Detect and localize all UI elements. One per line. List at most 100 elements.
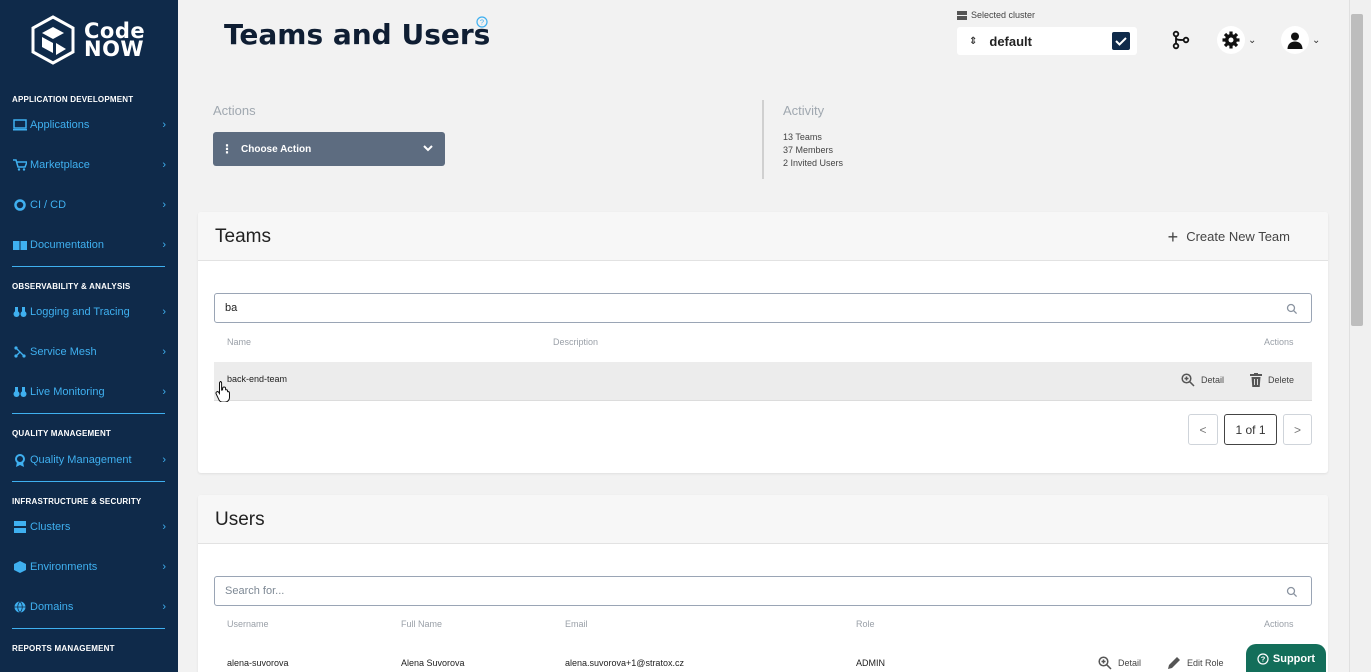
chevron-right-icon: ›	[162, 159, 166, 171]
activity-invited-count: 2 Invited Users	[783, 158, 844, 168]
search-icon	[1286, 303, 1298, 315]
settings-menu-button[interactable]: ⌄	[1217, 26, 1256, 54]
user-icon	[1287, 32, 1303, 49]
activity-teams-count: 13 Teams	[783, 132, 822, 142]
codenow-logo-icon	[31, 15, 75, 65]
sidebar-item-clusters[interactable]: Clusters ›	[12, 517, 166, 537]
delete-label: Delete	[1268, 375, 1295, 385]
team-name[interactable]: back-end-team	[227, 374, 287, 384]
binoculars-icon	[12, 305, 28, 319]
globe-icon	[12, 600, 28, 614]
section-quality-management: QUALITY MANAGEMENT	[12, 429, 112, 438]
table-row[interactable]: back-end-team Detail Delete	[214, 362, 1312, 401]
cart-icon	[12, 158, 28, 172]
sidebar-item-quality-management[interactable]: Quality Management ›	[12, 450, 166, 470]
sidebar-item-label: Clusters	[30, 521, 71, 533]
user-menu-button[interactable]: ⌄	[1281, 26, 1320, 54]
codenow-logo[interactable]: Code NOW	[30, 14, 160, 66]
column-header-full-name: Full Name	[401, 619, 443, 629]
detail-button[interactable]: Detail	[1098, 656, 1141, 670]
delete-button[interactable]: Delete	[1250, 373, 1294, 387]
page-title: Teams and Users	[224, 18, 491, 51]
chevron-right-icon: ›	[162, 239, 166, 251]
create-new-team-button[interactable]: + Create New Team	[1168, 228, 1290, 246]
binoculars-icon	[12, 385, 28, 399]
sidebar-item-domains[interactable]: Domains ›	[12, 597, 166, 617]
book-icon	[12, 238, 28, 252]
trash-icon	[1250, 373, 1262, 387]
chevron-down-icon	[423, 145, 433, 152]
choose-action-dropdown[interactable]: ⋮ Choose Action	[213, 132, 445, 166]
teams-title: Teams	[215, 226, 271, 247]
sidebar-item-label: Service Mesh	[30, 346, 97, 358]
sidebar-divider	[12, 413, 165, 414]
edit-role-button[interactable]: Edit Role	[1167, 656, 1224, 670]
logo-line-2: NOW	[84, 37, 145, 61]
column-header-name: Name	[227, 337, 252, 347]
chevron-right-icon: ›	[162, 561, 166, 573]
sidebar-item-label: Live Monitoring	[30, 386, 105, 398]
sidebar-divider	[12, 266, 165, 267]
pagination-next-button[interactable]: >	[1283, 414, 1312, 445]
choose-action-label: Choose Action	[241, 143, 312, 155]
help-icon[interactable]: ?	[476, 16, 488, 28]
user-full-name: Alena Suvorova	[401, 658, 465, 668]
teams-card-header: Teams + Create New Team	[198, 212, 1328, 261]
pagination-current: 1 of 1	[1224, 414, 1277, 445]
sidebar-item-documentation[interactable]: Documentation ›	[12, 235, 166, 255]
sidebar-item-environments[interactable]: Environments ›	[12, 557, 166, 577]
actions-activity-divider	[762, 100, 764, 179]
sidebar-item-label: CI / CD	[30, 199, 67, 211]
edit-role-label: Edit Role	[1187, 658, 1224, 668]
checkbox-checked-icon[interactable]	[1112, 32, 1130, 50]
monitor-icon	[12, 118, 28, 132]
server-icon	[957, 10, 967, 20]
column-header-role: Role	[856, 619, 875, 629]
sidebar-item-logging-and-tracing[interactable]: Logging and Tracing ›	[12, 302, 166, 322]
sidebar-item-live-monitoring[interactable]: Live Monitoring ›	[12, 382, 166, 402]
sidebar-item-label: Marketplace	[30, 159, 90, 171]
chevron-down-icon: ⌄	[1312, 34, 1321, 46]
chevron-right-icon: ›	[162, 199, 166, 211]
sidebar-item-label: Logging and Tracing	[30, 306, 130, 318]
sidebar-divider	[12, 628, 165, 629]
detail-button[interactable]: Detail	[1181, 373, 1224, 387]
sidebar-item-label: Quality Management	[30, 454, 132, 466]
sidebar-item-ci-cd[interactable]: CI / CD ›	[12, 195, 166, 215]
mesh-icon	[12, 345, 28, 359]
user-role: ADMIN	[856, 658, 885, 668]
actions-title: Actions	[213, 103, 256, 118]
column-header-email: Email	[565, 619, 588, 629]
sidebar-item-label: Domains	[30, 601, 74, 613]
sidebar-item-applications[interactable]: Applications ›	[12, 115, 166, 135]
cluster-select[interactable]: ⇕ default	[957, 27, 1137, 55]
git-branch-button[interactable]	[1171, 26, 1191, 54]
section-reports-management: REPORTS MANAGEMENT	[12, 644, 115, 653]
support-button[interactable]: ? Support	[1246, 644, 1326, 672]
column-header-actions: Actions	[1264, 619, 1294, 629]
section-observability: OBSERVABILITY & ANALYSIS	[12, 282, 131, 291]
zoom-in-icon	[1098, 656, 1112, 670]
teams-search-input[interactable]	[214, 293, 1312, 323]
hand-pointer-cursor-icon	[215, 381, 230, 402]
search-icon	[1286, 586, 1298, 598]
sidebar-item-service-mesh[interactable]: Service Mesh ›	[12, 342, 166, 362]
sidebar-item-marketplace[interactable]: Marketplace ›	[12, 155, 166, 175]
detail-label: Detail	[1201, 375, 1225, 385]
vertical-dots-icon: ⋮	[221, 142, 233, 156]
pagination-prev-button[interactable]: <	[1188, 414, 1218, 445]
sort-icon: ⇕	[969, 35, 978, 47]
section-infrastructure: INFRASTRUCTURE & SECURITY	[12, 497, 142, 506]
sidebar-item-label: Applications	[30, 119, 90, 131]
chevron-right-icon: ›	[162, 119, 166, 131]
chevron-right-icon: ›	[162, 386, 166, 398]
git-branch-icon	[1172, 30, 1190, 50]
sidebar: Code NOW APPLICATION DEVELOPMENT Applica…	[0, 0, 178, 672]
users-card-header: Users	[198, 495, 1328, 544]
table-row[interactable]: alena-suvorova Alena Suvorova alena.suvo…	[214, 648, 1312, 672]
activity-title: Activity	[783, 103, 825, 118]
scrollbar-thumb[interactable]	[1351, 14, 1363, 326]
activity-members-count: 37 Members	[783, 145, 834, 155]
user-username: alena-suvorova	[227, 658, 289, 668]
users-search-input[interactable]	[214, 576, 1312, 606]
